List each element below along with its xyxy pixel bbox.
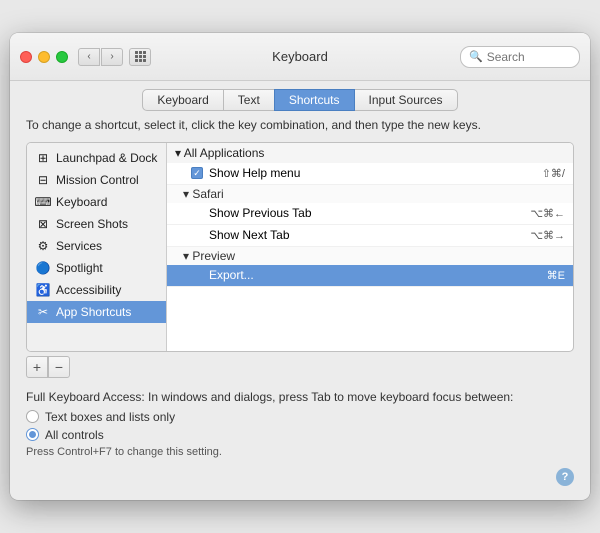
footer: ? — [10, 470, 590, 500]
window-title: Keyboard — [272, 49, 328, 64]
sidebar-label-keyboard: Keyboard — [56, 195, 107, 209]
shortcut-name-prev-tab: Show Previous Tab — [209, 206, 530, 220]
radio-label-text-boxes: Text boxes and lists only — [45, 410, 175, 424]
sidebar-item-app-shortcuts[interactable]: ✂ App Shortcuts — [27, 301, 166, 323]
shortcut-row-prev-tab[interactable]: Show Previous Tab ⌥⌘← — [167, 203, 573, 225]
radio-option-text-boxes[interactable]: Text boxes and lists only — [26, 410, 574, 424]
search-icon: 🔍 — [469, 50, 483, 63]
nav-buttons: ‹ › — [78, 48, 123, 66]
sidebar-item-services[interactable]: ⚙ Services — [27, 235, 166, 257]
sidebar-label-app-shortcuts: App Shortcuts — [56, 305, 131, 319]
radio-text-boxes[interactable] — [26, 410, 39, 423]
sidebar-label-services: Services — [56, 239, 102, 253]
radio-all-controls[interactable] — [26, 428, 39, 441]
sidebar-item-launchpad[interactable]: ⊞ Launchpad & Dock — [27, 147, 166, 169]
shortcut-row-export[interactable]: Export... ⌘E — [167, 265, 573, 287]
shortcut-row-help-menu[interactable]: ✓ Show Help menu ⇧⌘/ — [167, 163, 573, 185]
search-box[interactable]: 🔍 — [460, 46, 580, 68]
sidebar-item-screenshots[interactable]: ⊠ Screen Shots — [27, 213, 166, 235]
checkbox-area[interactable]: ✓ — [191, 167, 209, 179]
grid-icon — [135, 51, 146, 62]
subgroup-header-preview: ▾ Preview — [167, 247, 573, 265]
back-button[interactable]: ‹ — [78, 48, 100, 66]
add-shortcut-button[interactable]: + — [26, 356, 48, 378]
subgroup-header-safari: ▾ Safari — [167, 185, 573, 203]
keyboard-access-note: Press Control+F7 to change this setting. — [26, 446, 574, 458]
main-panel: ⊞ Launchpad & Dock ⊟ Mission Control ⌨ K… — [26, 142, 574, 352]
forward-button[interactable]: › — [101, 48, 123, 66]
shortcut-name-next-tab: Show Next Tab — [209, 228, 530, 242]
tab-text[interactable]: Text — [223, 89, 275, 111]
sidebar-item-accessibility[interactable]: ♿ Accessibility — [27, 279, 166, 301]
screenshot-icon: ⊠ — [35, 216, 51, 232]
sidebar-label-screenshots: Screen Shots — [56, 217, 128, 231]
shortcut-key-next-tab: ⌥⌘→ — [530, 229, 565, 242]
group-header-all-apps: ▾ All Applications — [167, 143, 573, 163]
content-area: To change a shortcut, select it, click t… — [10, 117, 590, 470]
sidebar-label-accessibility: Accessibility — [56, 283, 121, 297]
shortcut-key-prev-tab: ⌥⌘← — [530, 207, 565, 220]
shortcut-key-export: ⌘E — [547, 269, 565, 282]
launchpad-icon: ⊞ — [35, 150, 51, 166]
radio-option-all-controls[interactable]: All controls — [26, 428, 574, 442]
app-shortcuts-icon: ✂ — [35, 304, 51, 320]
sidebar-label-launchpad: Launchpad & Dock — [56, 151, 157, 165]
radio-label-all-controls: All controls — [45, 428, 104, 442]
accessibility-icon: ♿ — [35, 282, 51, 298]
search-input[interactable] — [487, 50, 567, 64]
mission-control-icon: ⊟ — [35, 172, 51, 188]
sidebar-item-mission-control[interactable]: ⊟ Mission Control — [27, 169, 166, 191]
keyboard-access-title: Full Keyboard Access: In windows and dia… — [26, 390, 574, 404]
tabs-bar: Keyboard Text Shortcuts Input Sources — [10, 81, 590, 117]
remove-shortcut-button[interactable]: − — [48, 356, 70, 378]
checkbox-help-menu[interactable]: ✓ — [191, 167, 203, 179]
shortcut-key-help-menu: ⇧⌘/ — [542, 167, 565, 180]
bottom-buttons: + − — [26, 356, 574, 378]
grid-button[interactable] — [129, 48, 151, 66]
shortcut-table: ▾ All Applications ✓ Show Help menu ⇧⌘/ … — [167, 143, 573, 351]
sidebar: ⊞ Launchpad & Dock ⊟ Mission Control ⌨ K… — [27, 143, 167, 351]
maximize-button[interactable] — [56, 51, 68, 63]
close-button[interactable] — [20, 51, 32, 63]
services-icon: ⚙ — [35, 238, 51, 254]
shortcut-name-export: Export... — [209, 268, 547, 282]
spotlight-icon: 🔵 — [35, 260, 51, 276]
sidebar-label-spotlight: Spotlight — [56, 261, 103, 275]
tab-input-sources[interactable]: Input Sources — [354, 89, 458, 111]
instruction-text: To change a shortcut, select it, click t… — [26, 117, 574, 134]
help-button[interactable]: ? — [556, 468, 574, 486]
shortcut-name-help-menu: Show Help menu — [209, 166, 542, 180]
titlebar: ‹ › Keyboard 🔍 — [10, 33, 590, 81]
traffic-lights — [20, 51, 68, 63]
minimize-button[interactable] — [38, 51, 50, 63]
sidebar-label-mission-control: Mission Control — [56, 173, 139, 187]
sidebar-item-keyboard[interactable]: ⌨ Keyboard — [27, 191, 166, 213]
main-window: ‹ › Keyboard 🔍 Keyboard Text Shortcuts I… — [10, 33, 590, 500]
keyboard-icon: ⌨ — [35, 194, 51, 210]
shortcut-row-next-tab[interactable]: Show Next Tab ⌥⌘→ — [167, 225, 573, 247]
tab-shortcuts[interactable]: Shortcuts — [274, 89, 355, 111]
tab-keyboard[interactable]: Keyboard — [142, 89, 223, 111]
keyboard-access-section: Full Keyboard Access: In windows and dia… — [26, 390, 574, 458]
sidebar-item-spotlight[interactable]: 🔵 Spotlight — [27, 257, 166, 279]
